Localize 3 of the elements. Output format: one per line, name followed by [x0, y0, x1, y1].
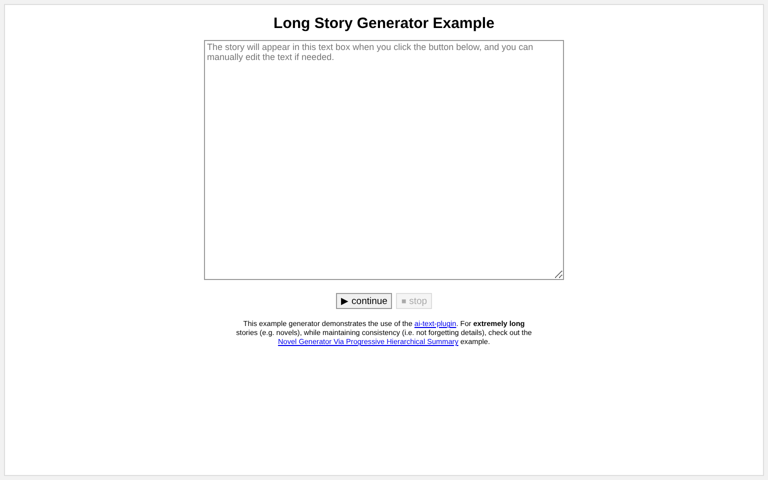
page-title: Long Story Generator Example [274, 15, 494, 32]
continue-button[interactable]: ▶ continue [336, 293, 392, 309]
story-text-area[interactable]: The story will appear in this text box when you click the button below, and you can manually edit the text if needed. [204, 40, 564, 280]
